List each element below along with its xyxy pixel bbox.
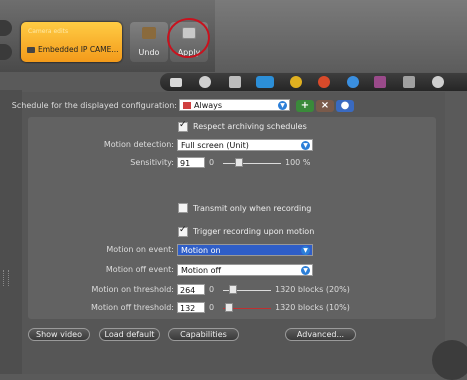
plus-icon: + bbox=[300, 100, 310, 111]
add-schedule-button[interactable]: + bbox=[296, 100, 314, 112]
network-tab-icon[interactable] bbox=[199, 76, 211, 88]
respect-archiving-checkbox[interactable] bbox=[178, 120, 188, 132]
settings-tab-icon[interactable] bbox=[432, 76, 444, 88]
calendar-icon bbox=[183, 102, 191, 109]
palette-icon: ● bbox=[340, 100, 350, 111]
motion-off-threshold-min: 0 bbox=[209, 303, 215, 312]
capabilities-button[interactable]: Capabilities bbox=[168, 328, 239, 341]
trigger-recording-checkbox[interactable] bbox=[178, 225, 188, 237]
sensitivity-min: 0 bbox=[209, 158, 215, 167]
edit-schedule-button[interactable]: ● bbox=[336, 100, 354, 112]
transmit-only-checkbox[interactable] bbox=[178, 203, 188, 213]
motion-tab-icon[interactable] bbox=[256, 76, 274, 88]
motion-off-threshold-input[interactable]: 132 bbox=[177, 302, 205, 313]
undo-button[interactable]: Undo bbox=[130, 22, 168, 62]
tools-tab-icon[interactable] bbox=[403, 76, 415, 88]
advanced-button[interactable]: Advanced... bbox=[285, 328, 356, 341]
schedule-select[interactable]: Always ▼ bbox=[179, 99, 290, 111]
peripherals-tab-icon[interactable] bbox=[374, 76, 386, 88]
motion-on-threshold-thumb[interactable] bbox=[229, 285, 237, 294]
motion-on-event-label: Motion on event: bbox=[106, 245, 174, 254]
load-default-button[interactable]: Load default bbox=[99, 328, 160, 341]
sensitivity-max: 100 % bbox=[285, 158, 311, 167]
top-toolbar-right bbox=[215, 0, 467, 72]
chevron-down-icon: ▼ bbox=[301, 246, 310, 255]
motion-off-threshold-max: 1320 blocks (10%) bbox=[275, 303, 350, 312]
chevron-down-icon: ▼ bbox=[278, 101, 287, 110]
motion-off-threshold-label: Motion off threshold: bbox=[91, 303, 174, 312]
left-strip bbox=[0, 90, 22, 374]
video-tab-icon[interactable] bbox=[229, 76, 241, 88]
motion-off-event-label: Motion off event: bbox=[105, 265, 174, 274]
camera-name: Embedded IP CAME... bbox=[27, 45, 119, 54]
sensitivity-slider-track[interactable] bbox=[223, 163, 281, 164]
motion-detection-select[interactable]: Full screen (Unit) ▼ bbox=[177, 139, 313, 151]
chevron-down-icon: ▼ bbox=[301, 141, 310, 150]
motion-detection-label: Motion detection: bbox=[103, 140, 174, 149]
chevron-down-icon: ▼ bbox=[301, 266, 310, 275]
sensitivity-input[interactable]: 91 bbox=[177, 157, 205, 168]
lightbulb-tab-icon[interactable] bbox=[290, 76, 302, 88]
camera-card[interactable]: Camera edits Embedded IP CAME... bbox=[21, 22, 122, 62]
motion-on-threshold-input[interactable]: 264 bbox=[177, 284, 205, 295]
motion-off-event-select[interactable]: Motion off ▼ bbox=[177, 264, 313, 276]
motion-on-threshold-min: 0 bbox=[209, 285, 215, 294]
alarm-tab-icon[interactable] bbox=[318, 76, 330, 88]
camera-card-caption: Camera edits bbox=[28, 28, 69, 35]
schedule-label: Schedule for the displayed configuration… bbox=[11, 101, 177, 110]
transmit-only-label: Transmit only when recording bbox=[193, 204, 312, 213]
resize-grip[interactable] bbox=[3, 270, 9, 286]
motion-on-threshold-label: Motion on threshold: bbox=[91, 285, 174, 294]
sensitivity-label: Sensitivity: bbox=[130, 158, 174, 167]
identity-tab-icon[interactable] bbox=[170, 78, 182, 87]
show-video-button[interactable]: Show video bbox=[28, 328, 90, 341]
delete-schedule-button[interactable]: × bbox=[316, 100, 334, 112]
motion-on-threshold-max: 1320 blocks (20%) bbox=[275, 285, 350, 294]
respect-archiving-label: Respect archiving schedules bbox=[193, 122, 307, 131]
corner-knob bbox=[432, 340, 467, 380]
motion-off-threshold-thumb[interactable] bbox=[225, 303, 233, 312]
info-tab-icon[interactable] bbox=[347, 76, 359, 88]
undo-icon bbox=[142, 27, 156, 39]
undo-label: Undo bbox=[138, 48, 160, 57]
close-icon: × bbox=[320, 100, 330, 111]
sensitivity-slider-thumb[interactable] bbox=[235, 158, 243, 167]
camera-icon bbox=[27, 47, 35, 53]
motion-on-event-select[interactable]: Motion on ▼ bbox=[177, 244, 313, 256]
trigger-recording-label: Trigger recording upon motion bbox=[193, 227, 315, 236]
